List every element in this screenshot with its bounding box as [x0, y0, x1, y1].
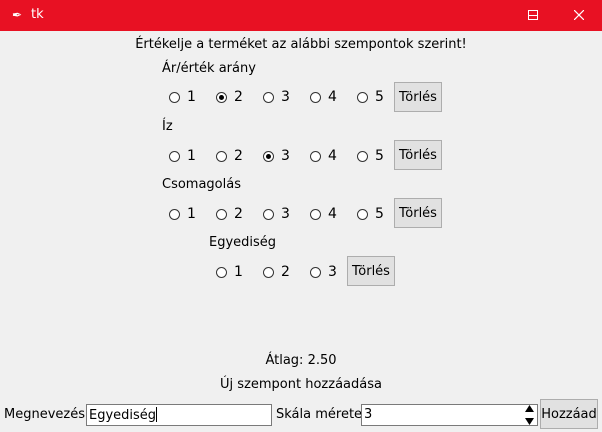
radio-uniqueness-3[interactable]: 3: [310, 264, 337, 280]
radio-dot: [357, 150, 368, 162]
scale-spinbox-value: 3: [364, 407, 373, 422]
radio-dot: [263, 91, 274, 103]
radio-label: 2: [281, 264, 290, 280]
radio-taste-4[interactable]: 4: [310, 148, 337, 164]
radio-packaging-4[interactable]: 4: [310, 206, 337, 222]
radio-label: 5: [375, 148, 384, 164]
radio-label: 4: [328, 206, 337, 222]
radio-taste-1[interactable]: 1: [169, 148, 196, 164]
radio-dot: [169, 150, 180, 162]
radio-label: 2: [234, 206, 243, 222]
maximize-button[interactable]: [510, 0, 556, 31]
clear-button-uniqueness[interactable]: Törlés: [347, 256, 395, 286]
radio-packaging-1[interactable]: 1: [169, 206, 196, 222]
radio-dot: [216, 91, 227, 103]
radio-packaging-5[interactable]: 5: [357, 206, 384, 222]
radio-label: 4: [328, 89, 337, 105]
radio-label: 5: [375, 89, 384, 105]
radio-dot: [357, 91, 368, 103]
page-heading: Értékelje a terméket az alábbi szemponto…: [135, 37, 467, 52]
radio-label: 1: [187, 148, 196, 164]
name-input[interactable]: Egyediség: [86, 404, 272, 426]
maximize-icon: [528, 10, 538, 20]
clear-button-packaging[interactable]: Törlés: [394, 198, 442, 228]
window-title: tk: [31, 7, 44, 22]
radio-label: 3: [328, 264, 337, 280]
scale-spinbox[interactable]: 3: [361, 404, 538, 426]
radio-label: 4: [328, 148, 337, 164]
radio-dot: [263, 266, 274, 278]
clear-button-price-value[interactable]: Törlés: [394, 82, 442, 112]
radio-dot: [216, 208, 227, 220]
close-button[interactable]: [556, 0, 602, 31]
average-label: Átlag: 2.50: [265, 353, 337, 368]
radio-taste-2[interactable]: 2: [216, 148, 243, 164]
radio-taste-5[interactable]: 5: [357, 148, 384, 164]
add-button[interactable]: Hozzáad: [540, 399, 598, 429]
radio-packaging-3[interactable]: 3: [263, 206, 290, 222]
radio-dot: [263, 150, 274, 162]
radio-price-value-4[interactable]: 4: [310, 89, 337, 105]
radio-dot: [310, 266, 321, 278]
radio-packaging-2[interactable]: 2: [216, 206, 243, 222]
name-label: Megnevezés:: [4, 407, 90, 422]
radio-label: 1: [187, 206, 196, 222]
radio-label: 3: [281, 206, 290, 222]
radio-price-value-2[interactable]: 2: [216, 89, 243, 105]
spin-down-icon[interactable]: [525, 418, 534, 425]
radio-taste-3[interactable]: 3: [263, 148, 290, 164]
radio-label: 2: [234, 89, 243, 105]
radio-label: 3: [281, 89, 290, 105]
radio-dot: [357, 208, 368, 220]
radio-label: 2: [234, 148, 243, 164]
criterion-label-price-value: Ár/érték arány: [162, 61, 256, 76]
radio-price-value-3[interactable]: 3: [263, 89, 290, 105]
criterion-label-taste: Íz: [162, 119, 173, 134]
radio-dot: [310, 150, 321, 162]
radio-label: 3: [281, 148, 290, 164]
criterion-label-packaging: Csomagolás: [162, 177, 241, 192]
radio-uniqueness-2[interactable]: 2: [263, 264, 290, 280]
radio-label: 1: [187, 89, 196, 105]
radio-label: 5: [375, 206, 384, 222]
radio-dot: [310, 208, 321, 220]
feather-icon: ✒: [12, 8, 23, 22]
scale-label: Skála mérete:: [276, 407, 367, 422]
clear-button-taste[interactable]: Törlés: [394, 140, 442, 170]
radio-dot: [263, 208, 274, 220]
radio-label: 1: [234, 264, 243, 280]
radio-dot: [216, 266, 227, 278]
text-caret: [156, 407, 158, 422]
radio-dot: [216, 150, 227, 162]
add-criterion-title: Új szempont hozzáadása: [220, 377, 382, 392]
radio-dot: [169, 91, 180, 103]
radio-dot: [310, 91, 321, 103]
radio-price-value-1[interactable]: 1: [169, 89, 196, 105]
radio-uniqueness-1[interactable]: 1: [216, 264, 243, 280]
radio-price-value-5[interactable]: 5: [357, 89, 384, 105]
criterion-label-uniqueness: Egyediség: [209, 235, 277, 250]
radio-dot: [169, 208, 180, 220]
spinbox-arrows[interactable]: [523, 405, 536, 425]
spin-up-icon[interactable]: [525, 405, 534, 412]
close-icon: [574, 10, 584, 20]
name-input-value: Egyediség: [89, 408, 157, 423]
